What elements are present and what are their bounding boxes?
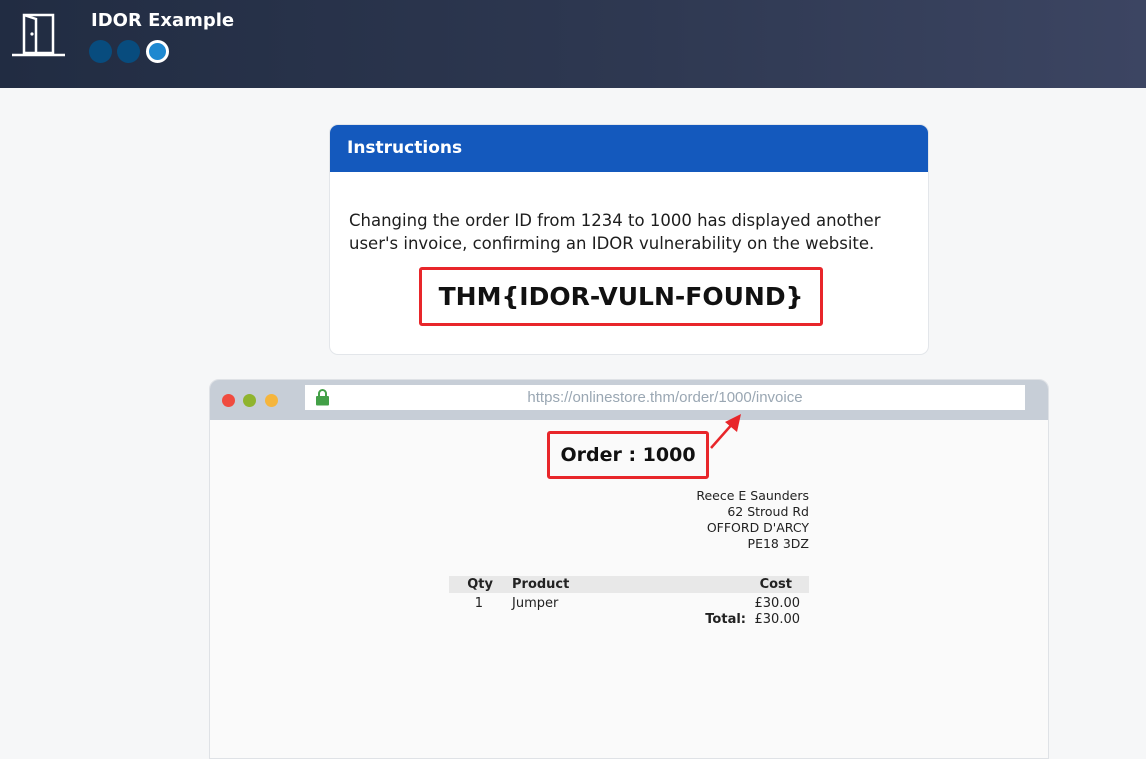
url-text: https://onlinestore.thm/order/1000/invoi… (527, 389, 803, 406)
total-row: Total: £30.00 (449, 611, 809, 629)
cost-cell: £30.00 (754, 596, 801, 611)
instructions-card: Instructions Changing the order ID from … (329, 124, 929, 355)
browser-toolbar: https://onlinestore.thm/order/1000/invoi… (210, 380, 1048, 420)
room-title: IDOR Example (91, 10, 235, 31)
customer-address: Reece E Saunders 62 Stroud Rd OFFORD D'A… (640, 488, 809, 552)
progress-step-2[interactable] (117, 40, 140, 63)
qty-cell: 1 (474, 596, 483, 611)
invoice-table: Qty Product Cost 1 Jumper £30.00 Total: … (449, 576, 809, 629)
address-line: PE18 3DZ (747, 536, 809, 551)
order-heading: Order : 1000 (547, 431, 709, 479)
close-traffic-light (222, 394, 235, 407)
instructions-text: Changing the order ID from 1234 to 1000 … (349, 211, 881, 253)
product-header: Product (512, 577, 570, 592)
browser-mockup: https://onlinestore.thm/order/1000/invoi… (209, 379, 1049, 759)
arrow-annotation (710, 414, 741, 449)
maximize-traffic-light (265, 394, 278, 407)
progress-step-3[interactable] (146, 40, 169, 63)
total-label: Total: (705, 612, 746, 627)
cost-header: Cost (759, 577, 792, 592)
product-cell: Jumper (512, 596, 559, 611)
door-icon (12, 13, 65, 57)
qty-header: Qty (467, 577, 493, 592)
flag-text: THM{IDOR-VULN-FOUND} (419, 267, 823, 326)
progress-step-1[interactable] (89, 40, 112, 63)
address-bar[interactable]: https://onlinestore.thm/order/1000/invoi… (305, 385, 1025, 410)
address-line: Reece E Saunders (696, 488, 809, 503)
table-header: Qty Product Cost (449, 576, 809, 593)
minimize-traffic-light (243, 394, 256, 407)
total-value: £30.00 (754, 612, 801, 627)
address-line: 62 Stroud Rd (727, 504, 809, 519)
top-header: IDOR Example (0, 0, 1146, 88)
instructions-title: Instructions (330, 125, 928, 172)
address-line: OFFORD D'ARCY (706, 520, 809, 535)
